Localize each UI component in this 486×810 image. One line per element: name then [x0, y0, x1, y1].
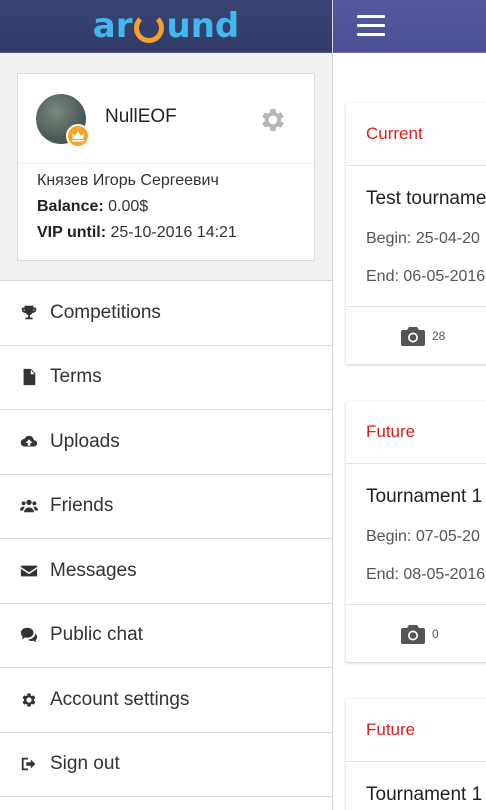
tournament-end: End: 06-05-2016 — [366, 268, 486, 285]
tournament-status: Future — [346, 699, 486, 762]
vip-until-value: 25-10-2016 14:21 — [110, 224, 237, 241]
menu-item-friends[interactable]: Friends — [0, 475, 332, 539]
drawer-header: ar und — [0, 0, 332, 53]
tournament-name: Tournament 1 — [366, 784, 483, 805]
menu-item-terms[interactable]: Terms — [0, 346, 332, 410]
tournament-status: Future — [346, 401, 486, 464]
around-logo: ar und — [92, 6, 240, 46]
photo-count[interactable]: 28 — [346, 307, 486, 364]
drawer-menu: Competitions Terms Uploads Friends Messa… — [0, 281, 332, 797]
tournament-name: Test tourname — [366, 188, 486, 209]
full-name: Князев Игорь Сергеевич — [37, 172, 219, 189]
menu-item-sign-out[interactable]: Sign out — [0, 733, 332, 797]
vip-row: VIP until: 25-10-2016 14:21 — [37, 224, 237, 241]
document-icon — [18, 366, 40, 388]
chat-icon — [18, 624, 40, 646]
menu-item-account-settings[interactable]: Account settings — [0, 668, 332, 733]
gear-icon — [262, 109, 284, 131]
photo-count-value: 0 — [432, 626, 439, 641]
avatar[interactable] — [36, 93, 90, 148]
tournament-begin: Begin: 25-04-20 — [366, 230, 480, 247]
balance-value: 0.00$ — [108, 198, 149, 215]
tournament-card[interactable]: Current Test tourname Begin: 25-04-20 En… — [346, 103, 486, 364]
tournament-begin: Begin: 07-05-20 — [366, 528, 480, 545]
sign-out-icon — [18, 753, 40, 775]
app-screen: Current Test tourname Begin: 25-04-20 En… — [0, 0, 486, 810]
cloud-upload-icon — [18, 431, 40, 453]
envelope-icon — [18, 560, 40, 582]
menu-item-messages[interactable]: Messages — [0, 539, 332, 604]
tournament-name: Tournament 1 — [366, 486, 483, 507]
username: NullEOF — [105, 105, 177, 127]
camera-icon — [401, 326, 425, 346]
vip-crown-icon — [66, 123, 90, 148]
balance-row: Balance: 0.00$ — [37, 198, 149, 215]
menu-icon[interactable] — [357, 15, 385, 37]
photo-count[interactable]: 0 — [346, 605, 486, 662]
tournament-card[interactable]: Future Tournament 1 — [346, 699, 486, 810]
tournament-list: Current Test tourname Begin: 25-04-20 En… — [333, 53, 486, 810]
tournament-card[interactable]: Future Tournament 1 Begin: 07-05-20 End:… — [346, 401, 486, 662]
navigation-drawer: ar und NullEOF Князев Игорь Сергеевич Ba… — [0, 0, 333, 810]
menu-item-public-chat[interactable]: Public chat — [0, 604, 332, 668]
top-app-bar — [333, 0, 486, 53]
camera-icon — [401, 624, 425, 644]
profile-settings-button[interactable] — [257, 104, 289, 136]
trophy-icon — [18, 302, 40, 324]
gear-icon — [18, 689, 40, 711]
tournament-end: End: 08-05-2016 — [366, 566, 486, 583]
photo-count-value: 28 — [432, 328, 446, 343]
menu-item-uploads[interactable]: Uploads — [0, 410, 332, 475]
profile-section: NullEOF Князев Игорь Сергеевич Balance: … — [0, 53, 332, 281]
profile-card: NullEOF Князев Игорь Сергеевич Balance: … — [17, 73, 315, 261]
tournament-status: Current — [346, 103, 486, 166]
users-icon — [18, 495, 40, 517]
menu-item-competitions[interactable]: Competitions — [0, 281, 332, 346]
